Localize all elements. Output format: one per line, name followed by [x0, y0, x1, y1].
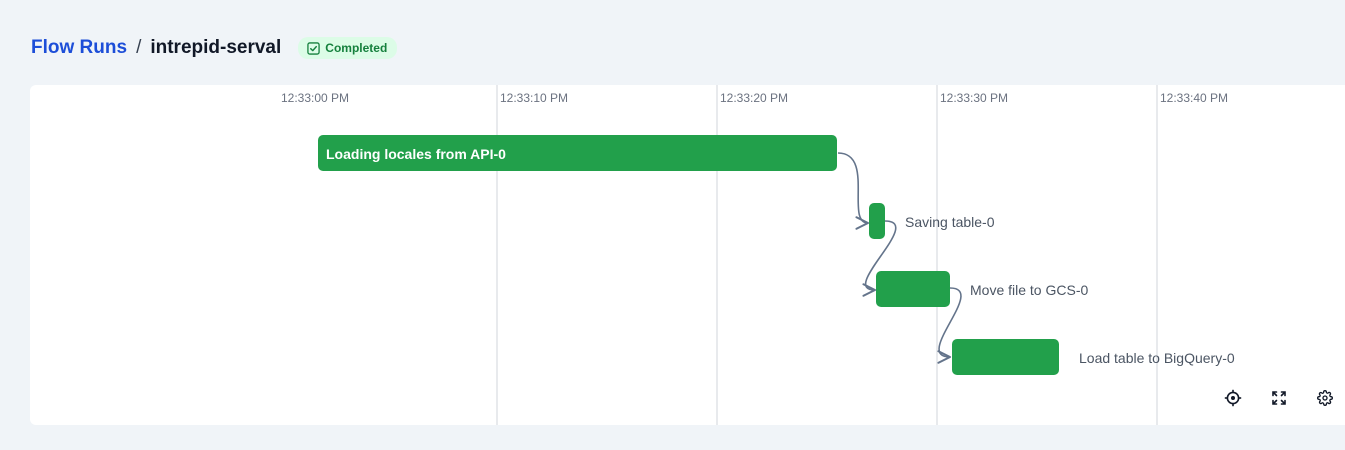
tick-label: 12:33:20 PM — [720, 91, 788, 105]
task-node[interactable]: Move file to GCS-0 — [876, 271, 1088, 307]
task-node[interactable]: Load table to BigQuery-0 — [952, 339, 1235, 375]
flow-run-page: Flow Runs / intrepid-serval Completed 12… — [0, 0, 1345, 450]
tick-label: 12:33:40 PM — [1160, 91, 1228, 105]
gear-icon — [1317, 390, 1333, 406]
check-square-icon — [307, 41, 321, 55]
breadcrumb-separator: / — [136, 37, 142, 58]
task-bar[interactable] — [869, 203, 885, 239]
time-axis: 12:33:00 PM 12:33:10 PM 12:33:20 PM 12:3… — [281, 91, 1228, 105]
task-node[interactable]: Loading locales from API-0 — [318, 135, 837, 171]
settings-button[interactable] — [1305, 383, 1345, 413]
expand-icon — [1272, 391, 1286, 405]
breadcrumb: Flow Runs / intrepid-serval Completed — [31, 34, 398, 62]
task-label: Saving table-0 — [905, 214, 995, 230]
crosshair-icon — [1224, 389, 1242, 407]
fullscreen-button[interactable] — [1259, 383, 1299, 413]
timeline-graph[interactable]: 12:33:00 PM 12:33:10 PM 12:33:20 PM 12:3… — [30, 85, 1345, 425]
task-bar[interactable] — [952, 339, 1059, 375]
tick-label: 12:33:10 PM — [500, 91, 568, 105]
tick-label: 12:33:00 PM — [281, 91, 349, 105]
task-bar[interactable] — [876, 271, 950, 307]
tick-label: 12:33:30 PM — [940, 91, 1008, 105]
graph-controls — [1213, 383, 1345, 413]
page-title: intrepid-serval — [150, 37, 282, 58]
dependency-edges — [837, 152, 962, 364]
task-label: Loading locales from API-0 — [326, 146, 506, 162]
timeline-canvas[interactable]: 12:33:00 PM 12:33:10 PM 12:33:20 PM 12:3… — [30, 85, 1345, 425]
dependency-edge — [837, 152, 870, 230]
task-label: Load table to BigQuery-0 — [1079, 350, 1235, 366]
status-badge-label: Completed — [325, 41, 388, 55]
status-badge: Completed — [298, 37, 398, 59]
recenter-button[interactable] — [1213, 383, 1253, 413]
breadcrumb-flow-runs-link[interactable]: Flow Runs — [31, 37, 127, 59]
task-label: Move file to GCS-0 — [970, 282, 1088, 298]
